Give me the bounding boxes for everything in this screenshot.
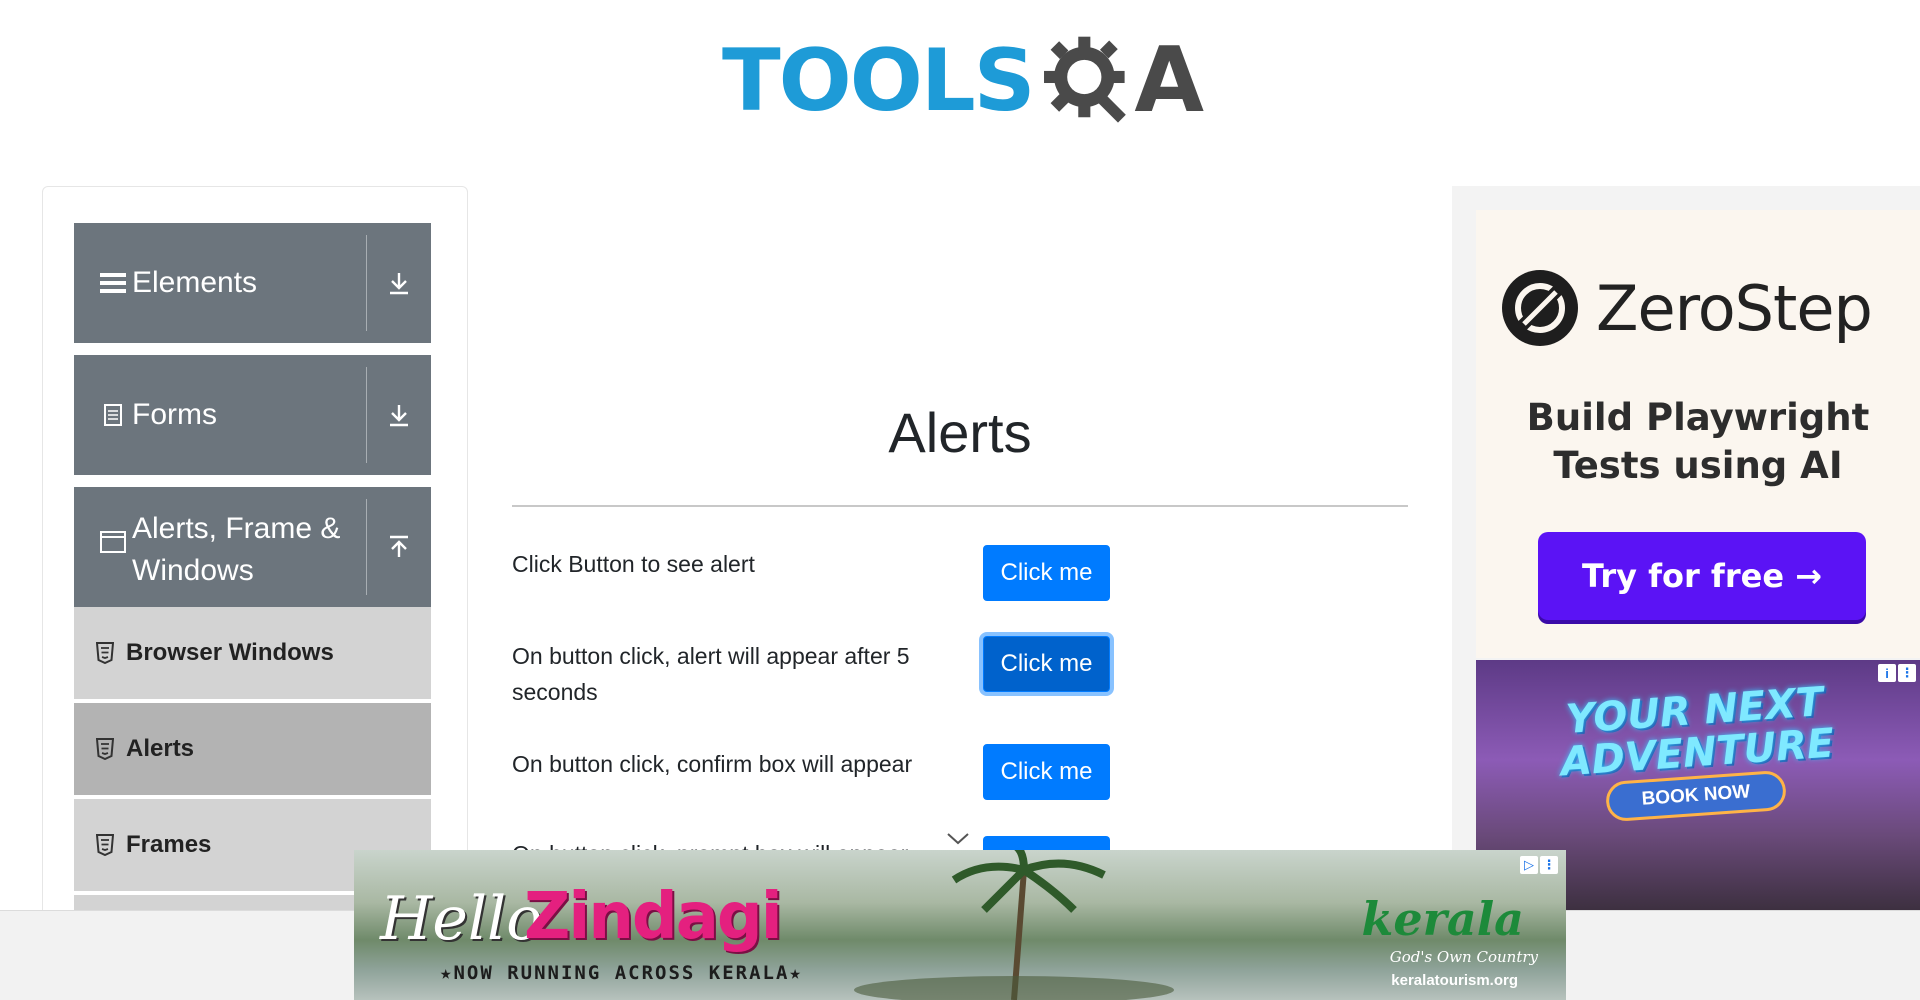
separator (366, 367, 367, 463)
html5-icon (96, 738, 118, 760)
html5-icon (96, 642, 118, 664)
kerala-url[interactable]: keralatourism.org (1391, 972, 1518, 989)
ad-choices[interactable]: ▷ ⋮ (1520, 856, 1558, 874)
sidebar-item-browser-windows[interactable]: Browser Windows (74, 607, 431, 701)
logo-suffix: A (1134, 28, 1204, 133)
ad-choices-icon[interactable]: ▷ (1520, 856, 1538, 874)
confirm-button[interactable]: Click me (983, 744, 1110, 800)
page-title: Alerts (888, 401, 1032, 464)
alert-row-text: Click Button to see alert (512, 551, 755, 577)
sidebar-group-label: Elements (132, 266, 258, 299)
logo-text: TOOLS (722, 31, 1036, 131)
ad-choices[interactable]: i ⋮ (1878, 664, 1916, 682)
sidebar-group-elements[interactable]: Elements (74, 223, 431, 343)
prompt-button[interactable] (983, 836, 1110, 850)
alert-button[interactable]: Click me (983, 545, 1110, 601)
chevron-down-icon[interactable] (946, 832, 970, 846)
adventure-title: YOUR NEXT ADVENTURE (1559, 679, 1836, 786)
kerala-tourism-ad[interactable]: Hello Zindagi ★NOW RUNNING ACROSS KERALA… (354, 850, 1566, 1000)
sidebar-group-alerts-frame-windows[interactable]: Alerts, Frame & Windows (74, 487, 431, 607)
ad-info-icon[interactable]: i (1878, 664, 1896, 682)
separator (366, 499, 367, 595)
ad-subline: ★NOW RUNNING ACROSS KERALA★ (440, 962, 803, 984)
toolsqa-logo[interactable]: TOOLS A (722, 22, 1204, 140)
download-arrow-icon[interactable] (377, 223, 421, 343)
hamburger-icon (98, 272, 128, 294)
sidebar-group-label: Forms (132, 398, 217, 431)
timer-alert-button[interactable]: Click me (983, 636, 1110, 692)
ad-headline: Zindagi (524, 880, 783, 954)
palm-tree-image (854, 850, 1174, 1000)
gear-magnifier-icon (1043, 36, 1126, 123)
sidebar-group-label: Alerts, Frame & Windows (132, 512, 341, 587)
sidebar-item-label: Frames (126, 831, 212, 858)
zerostep-brand: ZeroStep (1596, 271, 1873, 345)
sidebar-item-alerts[interactable]: Alerts (74, 703, 431, 797)
sidebar-item-label: Alerts (126, 735, 195, 762)
kerala-logo: kerala (1361, 892, 1524, 946)
try-for-free-button[interactable]: Try for free → (1538, 532, 1866, 620)
separator (366, 235, 367, 331)
download-arrow-icon[interactable] (377, 355, 421, 475)
sidebar-item-label: Browser Windows (126, 639, 334, 666)
window-icon (98, 531, 128, 553)
zerostep-ad[interactable]: ZeroStep Build Playwright Tests using AI… (1476, 210, 1920, 658)
kerala-slogan: God's Own Country (1389, 948, 1538, 966)
zerostep-tagline: Build Playwright Tests using AI (1526, 396, 1870, 487)
title-divider (512, 505, 1408, 507)
sidebar: Elements Forms Alerts, Frame & Windows B… (42, 186, 468, 916)
upload-arrow-icon[interactable] (377, 487, 421, 607)
confirm-row-text: On button click, confirm box will appear (512, 751, 913, 777)
zerostep-logo: ZeroStep (1500, 268, 1873, 348)
zerostep-logo-icon (1502, 270, 1578, 346)
ad-more-icon[interactable]: ⋮ (1898, 664, 1916, 682)
prompt-row-text: On button click, prompt box will appear (512, 836, 952, 850)
sidebar-group-forms[interactable]: Forms (74, 355, 431, 475)
ad-more-icon[interactable]: ⋮ (1540, 856, 1558, 874)
html5-icon (96, 834, 118, 856)
timer-alert-row-text: On button click, alert will appear after… (512, 643, 910, 705)
ad-hello-text: Hello (380, 884, 543, 954)
document-icon (98, 403, 128, 427)
